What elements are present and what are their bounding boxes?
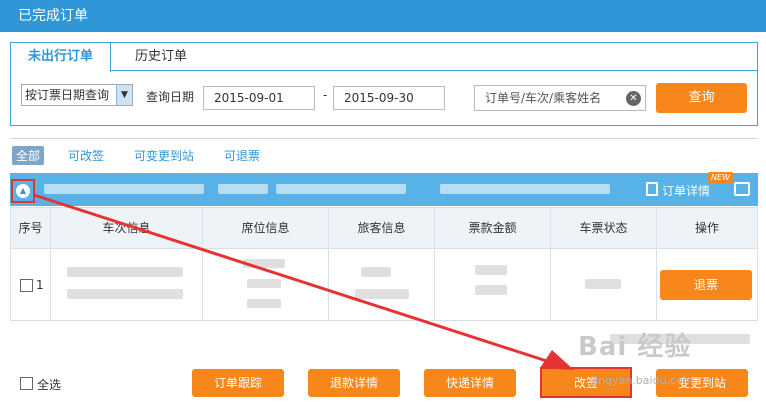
filter-changeable[interactable]: 可改签 [68,147,104,164]
select-all-checkbox[interactable] [20,377,33,390]
passenger-info-redacted [361,267,391,277]
column-header: 车次信息 [51,208,203,248]
delivery-details-button[interactable]: 快递详情 [424,369,516,397]
print-icon[interactable] [734,182,750,196]
query-button[interactable]: 查询 [656,83,747,113]
chevron-down-icon[interactable]: ▼ [116,85,132,105]
train-info-cell [51,249,203,320]
row-checkbox[interactable] [20,279,33,292]
order-info-redacted [218,184,268,194]
seat-info-redacted [243,259,285,268]
order-tracking-button[interactable]: 订单跟踪 [192,369,284,397]
order-detail-link[interactable]: 订单详情 [662,182,710,199]
watermark-logo: Bai 经验 [578,332,692,362]
query-mode-select[interactable]: 按订票日期查询 ▼ [21,84,133,106]
order-header-bar: ▲ 订单详情 NEW [10,172,758,206]
watermark-url: jingyan.baidu.com [592,374,694,387]
tab-bar: 未出行订单 历史订单 [11,43,757,72]
seat-info-cell [203,249,329,320]
keyword-placeholder: 订单号/车次/乘客姓名 [485,91,602,105]
tab-upcoming-orders[interactable]: 未出行订单 [11,43,111,72]
column-header: 旅客信息 [329,208,435,248]
clear-icon[interactable]: ✕ [626,91,641,106]
seat-info-redacted [247,299,281,308]
collapse-up-icon[interactable]: ▲ [16,184,30,198]
fare-redacted [475,265,507,275]
new-badge: NEW [708,172,733,183]
column-header: 车票状态 [551,208,657,248]
row-index: 1 [36,278,44,292]
keyword-search-input[interactable]: 订单号/车次/乘客姓名 ✕ [474,85,646,111]
train-info-redacted [67,289,183,299]
date-from-input[interactable]: 2015-09-01 [203,86,315,110]
document-icon [646,182,658,196]
divider [10,138,758,139]
column-header: 操作 [694,221,719,235]
filter-all[interactable]: 全部 [12,146,45,165]
seat-info-redacted [247,279,281,288]
date-to-input[interactable]: 2015-09-30 [333,86,445,110]
table-row: 1 [10,249,758,321]
window-title: 已完成订单 [0,0,766,32]
ticket-status-cell [551,249,657,320]
tab-history-orders[interactable]: 历史订单 [111,43,211,71]
index-cell: 1 [11,249,51,320]
query-mode-value: 按订票日期查询 [25,88,110,102]
order-info-redacted [440,184,610,194]
filter-change-destination[interactable]: 可变更到站 [134,147,194,164]
refund-button[interactable]: 退票 [660,270,752,300]
status-redacted [585,279,621,289]
column-header: 席位信息 [203,208,329,248]
table-header: 序号 车次信息 席位信息 旅客信息 票款金额 车票状态 操作 [10,207,758,249]
column-header: 序号 [11,208,51,248]
collapse-highlight: ▲ [11,179,35,203]
date-separator: - [323,88,328,102]
column-header: 票款金额 [435,208,551,248]
select-all-label: 全选 [37,378,62,392]
train-info-redacted [67,267,183,277]
passenger-info-cell [329,249,435,320]
order-info-redacted [276,184,406,194]
passenger-info-redacted [355,289,409,299]
fare-cell [435,249,551,320]
date-label: 查询日期 [146,90,195,104]
filter-refundable[interactable]: 可退票 [224,147,260,164]
search-panel: 未出行订单 历史订单 按订票日期查询 ▼ 查询日期 2015-09-01 - 2… [10,42,758,126]
order-info-redacted [44,184,204,194]
fare-redacted [475,285,507,295]
refund-details-button[interactable]: 退款详情 [308,369,400,397]
